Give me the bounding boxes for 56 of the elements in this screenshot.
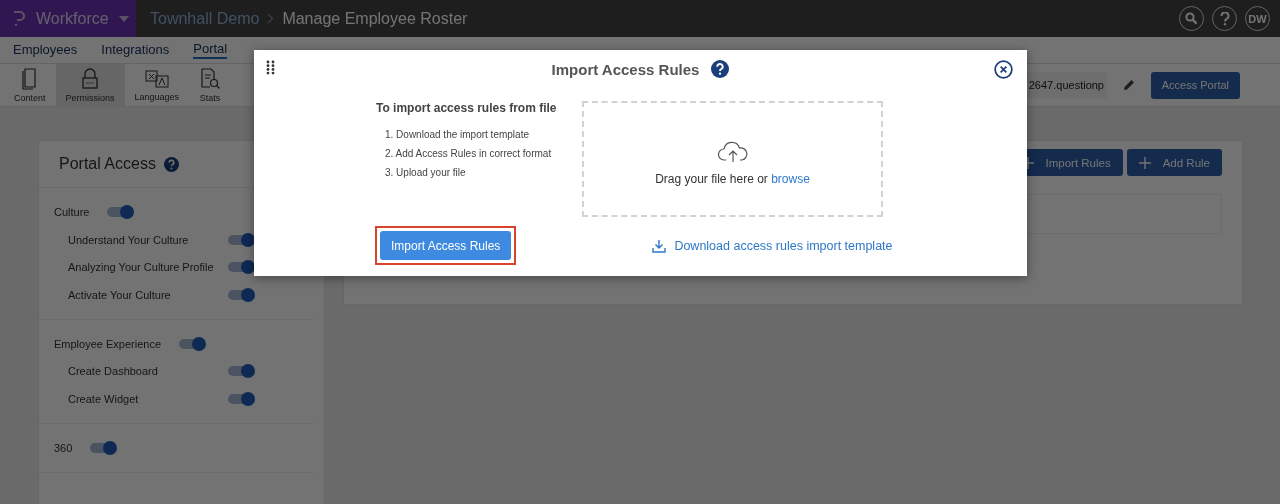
- close-icon[interactable]: [994, 60, 1013, 79]
- question-mark-icon: [1219, 11, 1230, 26]
- breadcrumb-link[interactable]: Townhall Demo: [150, 9, 260, 28]
- access-portal-button[interactable]: Access Portal: [1150, 71, 1240, 99]
- download-icon: [652, 238, 667, 253]
- cloud-upload-icon: [716, 140, 749, 164]
- pencil-icon[interactable]: [1122, 79, 1135, 91]
- toggle-switch[interactable]: [228, 262, 254, 273]
- instruction-step: 2. Add Access Rules in correct format: [376, 148, 582, 167]
- toggle-label: Analyzing Your Culture Profile: [68, 261, 214, 274]
- page-title: Manage Employee Roster: [282, 9, 468, 28]
- download-template-link[interactable]: Download access rules import template: [652, 238, 893, 253]
- nav-tab[interactable]: Employees: [13, 42, 78, 58]
- toolbar-tab[interactable]: Permissions: [55, 64, 125, 106]
- toolbar-tab[interactable]: Content: [4, 64, 56, 106]
- toggle-switch[interactable]: [228, 289, 254, 300]
- chevron-icon: [267, 13, 275, 24]
- nav-tab[interactable]: Portal: [193, 41, 228, 59]
- toggle-switch[interactable]: [228, 393, 254, 404]
- app-switcher[interactable]: Workforce: [0, 0, 136, 37]
- nav-tab[interactable]: Integrations: [101, 42, 170, 58]
- browse-link[interactable]: browse: [771, 172, 810, 186]
- toggle-switch[interactable]: [228, 234, 254, 245]
- toggle-label: Create Widget: [68, 392, 139, 405]
- card-title: Portal Access: [59, 155, 156, 173]
- toolbar-tab[interactable]: Languages: [124, 64, 190, 106]
- toggle-switch[interactable]: [107, 207, 134, 217]
- drag-handle-icon[interactable]: [266, 60, 275, 75]
- help-icon[interactable]: [711, 60, 730, 78]
- toolbar-tab[interactable]: Stats: [189, 64, 232, 106]
- dialog-title: Import Access Rules: [551, 60, 700, 78]
- toggle-label: Employee Experience: [54, 337, 161, 350]
- plus-icon: [1138, 156, 1151, 169]
- toggle-label: Understand Your Culture: [68, 233, 189, 246]
- file-drop-zone[interactable]: Drag your file here or browse: [582, 101, 883, 217]
- toggle-label: Create Dashboard: [68, 365, 158, 378]
- toggle-label: Culture: [54, 206, 90, 218]
- portal-url-field[interactable]: 2647.questionp: [1026, 72, 1107, 98]
- toggle-label: Activate Your Culture: [68, 288, 171, 301]
- toggle-switch[interactable]: [90, 442, 117, 453]
- drop-instructions: Drag your file here or browse: [655, 172, 810, 186]
- translate-icon: [144, 68, 169, 89]
- caret-icon: [118, 15, 129, 22]
- toggle-switch[interactable]: [228, 366, 254, 377]
- toggle-label: 360: [54, 441, 73, 454]
- document-icon: [20, 67, 39, 90]
- lock-icon: [81, 67, 100, 90]
- document-search-icon: [199, 67, 222, 90]
- import-button[interactable]: Import Access Rules: [380, 231, 512, 260]
- instructions-heading: To import access rules from file: [376, 101, 558, 115]
- instruction-step: 3. Upload your file: [376, 167, 582, 186]
- search-icon: [1185, 12, 1198, 25]
- logo-icon: [12, 9, 26, 28]
- toggle-switch[interactable]: [179, 338, 205, 349]
- instruction-step: 1. Download the import template: [376, 129, 582, 148]
- add-button[interactable]: Add Rule: [1126, 149, 1222, 176]
